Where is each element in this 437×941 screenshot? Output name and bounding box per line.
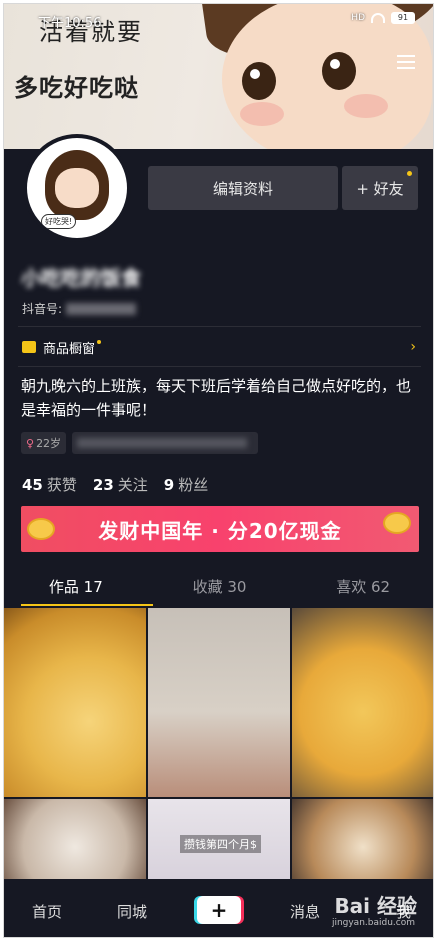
avatar-badge: 好吃哭! — [41, 214, 77, 229]
location-tag-redacted — [72, 432, 259, 454]
tab-likes[interactable]: 喜欢 62 — [291, 569, 433, 609]
banner-blush-left — [240, 102, 284, 126]
profile-tags: ♀ 22岁 — [21, 432, 259, 454]
video-grid: 攒钱第四个月$ — [4, 608, 433, 879]
profile-bio: 朝九晚六的上班族，每天下班后学着给自己做点好吃的，也是幸福的一件事呢！ — [21, 377, 412, 419]
banner-text-line2: 多吃好吃哒 — [14, 73, 139, 102]
notification-dot — [407, 171, 412, 176]
add-friend-button[interactable]: + 好友 — [342, 166, 418, 210]
female-icon: ♀ — [26, 436, 35, 450]
banner-eye-right — [322, 52, 356, 90]
nav-home[interactable]: 首页 — [32, 901, 62, 922]
shop-window-row[interactable]: 商品橱窗 › — [22, 332, 420, 362]
tab-favorites[interactable]: 收藏 30 — [148, 569, 292, 609]
video-thumbnail[interactable] — [4, 799, 146, 879]
nav-messages[interactable]: 消息 — [290, 901, 320, 922]
profile-name: 小吃吃的饭食 — [21, 266, 141, 290]
age-tag: ♀ 22岁 — [21, 432, 67, 454]
add-friend-label: + 好友 — [356, 179, 404, 198]
signal-icon: HD — [351, 13, 365, 23]
app-frame: 活着就要 多吃好吃哒 下午10:56 HD 91 好吃哭! 编辑资料 + 好友 … — [3, 3, 434, 938]
age-tag-label: 22岁 — [36, 437, 62, 450]
profile-banner[interactable]: 活着就要 多吃好吃哒 下午10:56 HD 91 — [4, 4, 433, 149]
banner-blush-right — [344, 94, 388, 118]
avatar-face — [55, 168, 99, 208]
stat-likes: 45 获赞 — [22, 476, 77, 494]
profile-stats: 45 获赞 23 关注 9 粉丝 — [22, 474, 208, 495]
promo-text: 发财中国年 · 分20亿现金 — [98, 518, 342, 543]
douyin-id-value-redacted — [66, 302, 137, 315]
banner-eye-left — [242, 62, 276, 100]
coin-icon — [27, 518, 55, 540]
video-thumbnail[interactable] — [148, 608, 290, 797]
chevron-right-icon: › — [410, 339, 416, 355]
coin-icon — [383, 512, 411, 534]
menu-icon[interactable] — [397, 55, 415, 69]
wifi-icon — [371, 13, 385, 23]
divider — [18, 366, 421, 367]
video-caption: 攒钱第四个月$ — [180, 835, 261, 853]
shop-window-label: 商品橱窗 — [43, 341, 96, 357]
tab-works[interactable]: 作品 17 — [4, 569, 148, 609]
video-thumbnail[interactable]: 攒钱第四个月$ — [148, 799, 290, 879]
shop-icon — [22, 341, 36, 353]
video-thumbnail[interactable] — [4, 608, 146, 797]
battery-icon: 91 — [391, 12, 415, 24]
douyin-id-label: 抖音号: — [22, 302, 63, 316]
create-video-button[interactable]: + — [197, 896, 241, 924]
douyin-id: 抖音号: — [22, 300, 137, 317]
divider — [18, 326, 421, 327]
content-tabs: 作品 17 收藏 30 喜欢 62 — [4, 569, 433, 609]
status-bar: 下午10:56 HD 91 — [4, 4, 433, 34]
shop-new-dot — [97, 340, 102, 344]
stat-following[interactable]: 23 关注 — [93, 474, 148, 495]
status-icons: HD 91 — [351, 12, 415, 24]
baidu-watermark-url: jingyan.baidu.com — [331, 918, 415, 928]
promo-banner[interactable]: 发财中国年 · 分20亿现金 — [21, 506, 419, 552]
active-tab-indicator — [21, 604, 153, 606]
nav-nearby[interactable]: 同城 — [117, 901, 147, 922]
status-time: 下午10:56 — [38, 16, 102, 31]
avatar[interactable]: 好吃哭! — [23, 134, 131, 242]
baidu-watermark: Bai 经验 — [334, 894, 417, 918]
video-thumbnail[interactable] — [292, 608, 433, 797]
video-thumbnail[interactable] — [292, 799, 433, 879]
edit-profile-button[interactable]: 编辑资料 — [148, 166, 338, 210]
stat-followers[interactable]: 9 粉丝 — [164, 474, 208, 495]
